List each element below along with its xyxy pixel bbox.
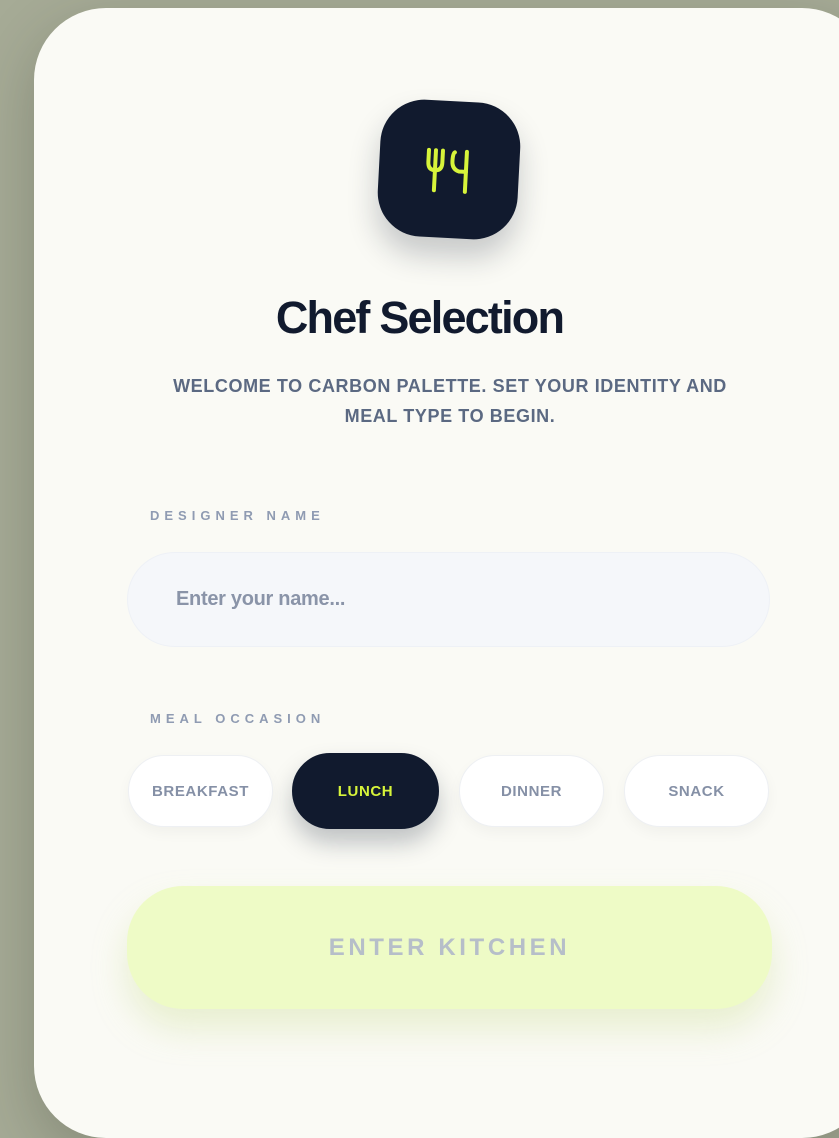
meal-option-snack[interactable]: SNACK	[624, 755, 769, 827]
utensils-icon	[426, 147, 469, 194]
welcome-subtitle: WELCOME TO CARBON PALETTE. SET YOUR IDEN…	[173, 376, 727, 426]
designer-name-input[interactable]	[127, 552, 770, 647]
meal-option-dinner[interactable]: DINNER	[459, 755, 604, 827]
app-logo	[375, 97, 523, 242]
enter-kitchen-button[interactable]: ENTER KITCHEN	[127, 886, 772, 1009]
meal-option-breakfast[interactable]: BREAKFAST	[128, 755, 273, 827]
meal-option-lunch[interactable]: LUNCH	[292, 753, 439, 829]
designer-name-label: DESIGNER NAME	[150, 508, 325, 523]
page-title: Chef Selection	[275, 292, 565, 343]
meal-occasion-label: MEAL OCCASION	[150, 711, 326, 726]
